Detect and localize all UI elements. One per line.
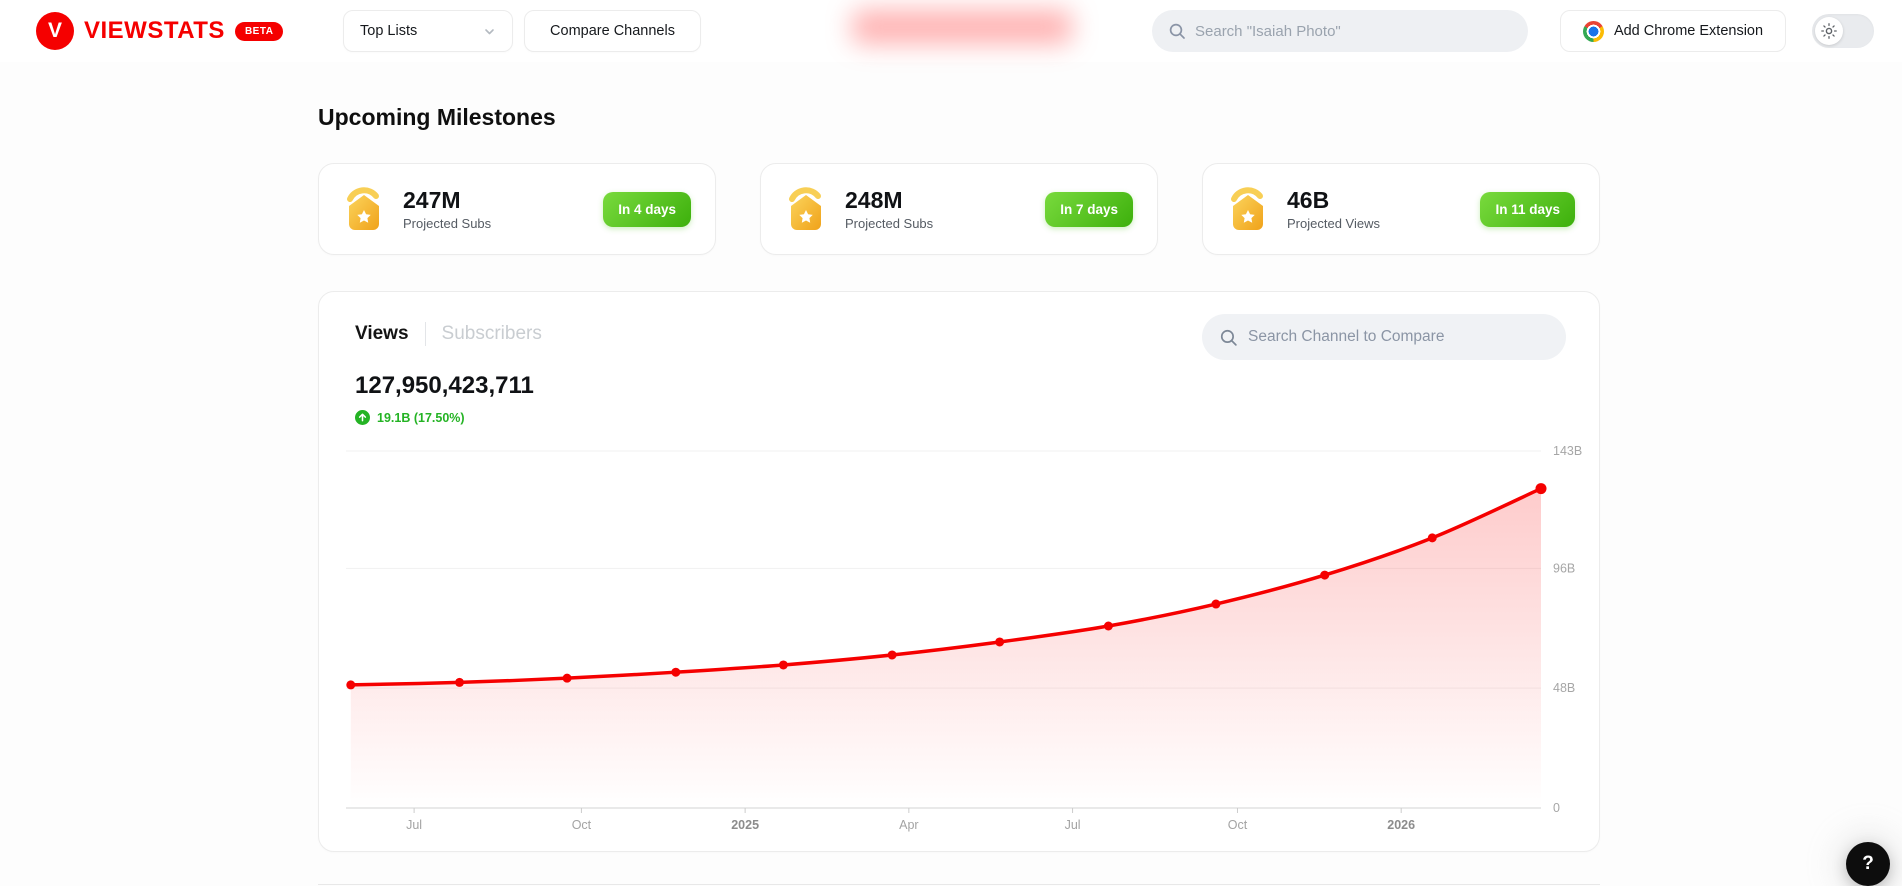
milestone-label: Projected Subs <box>845 215 934 231</box>
section-divider <box>318 884 1600 885</box>
views-delta: 19.1B (17.50%) <box>355 410 465 425</box>
milestone-badge-icon <box>1231 187 1263 230</box>
viewstats-logo[interactable]: V VIEWSTATS BETA <box>36 12 284 50</box>
search-icon <box>1220 329 1237 346</box>
up-arrow-icon <box>355 410 370 425</box>
search-input[interactable] <box>1195 22 1512 40</box>
svg-text:Jul: Jul <box>1065 818 1081 832</box>
help-button[interactable]: ? <box>1846 842 1890 886</box>
theme-toggle[interactable] <box>1812 14 1874 48</box>
milestone-label: Projected Views <box>1287 215 1380 231</box>
tab-subscribers[interactable]: Subscribers <box>442 323 542 345</box>
tab-divider <box>424 322 426 346</box>
compare-channel-search[interactable] <box>1202 314 1566 360</box>
chevron-down-icon <box>485 28 494 34</box>
milestone-eta-badge: In 11 days <box>1480 191 1575 227</box>
top-lists-dropdown[interactable]: Top Lists <box>343 10 513 52</box>
milestone-text: 248M Projected Subs <box>845 187 933 230</box>
milestone-label: Projected Subs <box>403 215 492 231</box>
brand-name: VIEWSTATS <box>84 17 225 44</box>
svg-text:Apr: Apr <box>899 818 918 832</box>
upcoming-milestones-title: Upcoming Milestones <box>318 104 556 130</box>
add-chrome-extension-button[interactable]: Add Chrome Extension <box>1560 10 1786 52</box>
compare-channel-input[interactable] <box>1248 328 1549 346</box>
milestone-card: 46B Projected Views In 11 days <box>1202 163 1600 255</box>
sun-icon <box>1821 23 1837 39</box>
milestone-card: 248M Projected Subs In 7 days <box>760 163 1158 255</box>
chrome-icon <box>1582 20 1604 42</box>
compare-channels-label: Compare Channels <box>550 23 675 39</box>
svg-text:2025: 2025 <box>731 818 759 832</box>
search-icon <box>1169 23 1185 39</box>
header-search[interactable] <box>1152 10 1528 52</box>
svg-text:0: 0 <box>1553 801 1560 815</box>
milestone-value: 248M <box>845 187 903 214</box>
milestone-badge-icon <box>789 187 821 230</box>
compare-channels-button[interactable]: Compare Channels <box>524 10 701 52</box>
logo-letter: V <box>47 19 62 42</box>
svg-text:Oct: Oct <box>572 818 592 832</box>
milestone-value: 46B <box>1287 187 1330 214</box>
views-delta-text: 19.1B (17.50%) <box>377 410 465 425</box>
stats-tabs: Views Subscribers <box>355 322 542 346</box>
milestone-text: 46B Projected Views <box>1287 187 1380 230</box>
svg-text:2026: 2026 <box>1387 818 1415 832</box>
tab-views[interactable]: Views <box>355 323 409 345</box>
top-lists-label: Top Lists <box>360 23 418 39</box>
milestone-eta-badge: In 7 days <box>1045 191 1133 227</box>
top-nav: V VIEWSTATS BETA Top Lists Compare Chann… <box>0 0 1902 62</box>
svg-text:143B: 143B <box>1553 444 1582 458</box>
total-views-value: 127,950,423,711 <box>355 372 534 399</box>
theme-toggle-knob <box>1815 17 1843 45</box>
views-stats-card: Views Subscribers 127,950,423,711 19.1B … <box>318 291 1600 852</box>
redacted-channel-name <box>852 10 1072 44</box>
add-chrome-extension-label: Add Chrome Extension <box>1613 23 1764 39</box>
svg-text:48B: 48B <box>1553 681 1575 695</box>
milestone-eta-badge: In 4 days <box>603 191 691 227</box>
svg-text:Oct: Oct <box>1228 818 1248 832</box>
milestone-badge-icon <box>347 187 379 230</box>
milestone-card: 247M Projected Subs In 4 days <box>318 163 716 255</box>
viewstats-logo-icon: V <box>36 12 74 50</box>
milestone-value: 247M <box>403 187 461 214</box>
svg-text:96B: 96B <box>1553 561 1575 575</box>
svg-text:Jul: Jul <box>406 818 422 832</box>
views-growth-chart[interactable]: 143B 96B 48B 0 Jul Oct 2025 Apr Jul Oct 2026 <box>319 441 1601 851</box>
milestone-text: 247M Projected Subs <box>403 187 491 230</box>
beta-badge: BETA <box>234 21 284 41</box>
viewstats-page: V VIEWSTATS BETA Top Lists Compare Chann… <box>0 0 1902 886</box>
